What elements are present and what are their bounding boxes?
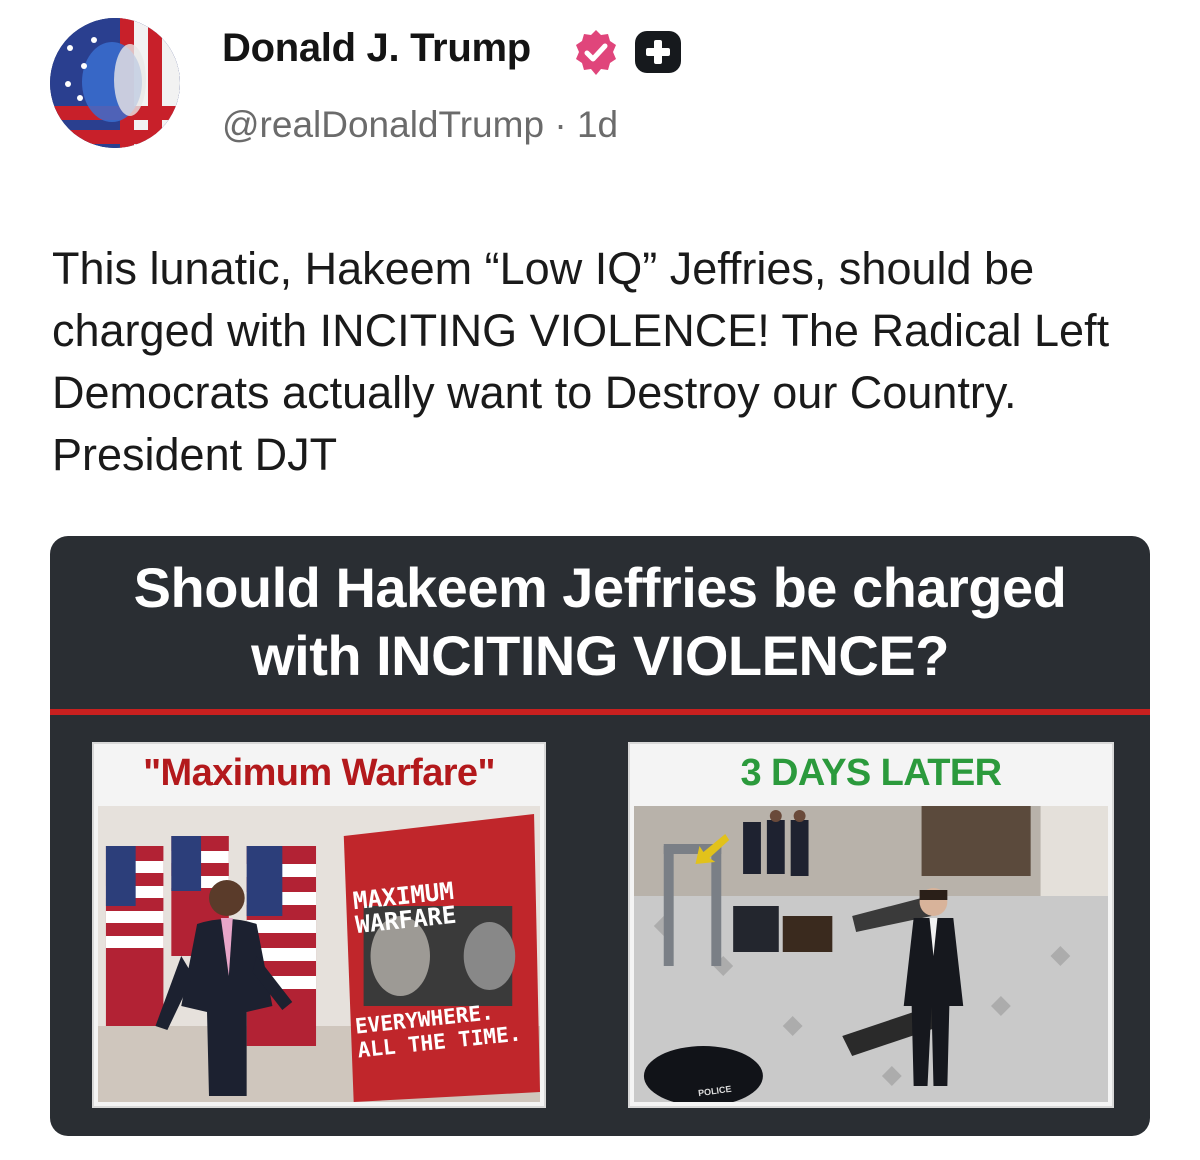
- avatar-image: [50, 18, 180, 148]
- image-headline-line2: with INCITING VIOLENCE?: [251, 624, 949, 687]
- right-panel-caption: 3 DAYS LATER: [740, 752, 1003, 794]
- sign-headline: MAXIMUM WARFARE: [352, 877, 458, 939]
- image-headline: Should Hakeem Jeffries be charged with I…: [50, 554, 1150, 690]
- author-meta: @realDonaldTrump · 1d: [222, 104, 618, 146]
- post-image[interactable]: Should Hakeem Jeffries be charged with I…: [50, 536, 1150, 1136]
- avatar[interactable]: [50, 18, 180, 148]
- post-timestamp[interactable]: 1d: [577, 104, 618, 145]
- author-display-name[interactable]: Donald J. Trump: [222, 26, 531, 71]
- headline-divider: [50, 709, 1150, 715]
- image-headline-line1: Should Hakeem Jeffries be charged: [133, 556, 1067, 619]
- plus-badge-icon: [635, 31, 681, 73]
- left-panel-caption: "Maximum Warfare": [143, 752, 495, 794]
- right-panel: 3 DAYS LATER POLICE: [628, 742, 1114, 1108]
- left-panel-photo: MAXIMUM WARFARE EVERYWHERE. ALL THE TIME…: [98, 806, 540, 1102]
- post-text: This lunatic, Hakeem “Low IQ” Jeffries, …: [52, 243, 1110, 480]
- meta-separator: ·: [554, 104, 567, 145]
- verified-badge-icon: [576, 30, 616, 75]
- left-panel: "Maximum Warfare" MAXIMUM WARFARE EVERYW…: [92, 742, 546, 1108]
- author-handle[interactable]: @realDonaldTrump: [222, 104, 544, 145]
- right-panel-photo: POLICE: [634, 806, 1108, 1102]
- security-scene-photo: [634, 806, 1108, 1102]
- press-conference-photo: [98, 806, 540, 1102]
